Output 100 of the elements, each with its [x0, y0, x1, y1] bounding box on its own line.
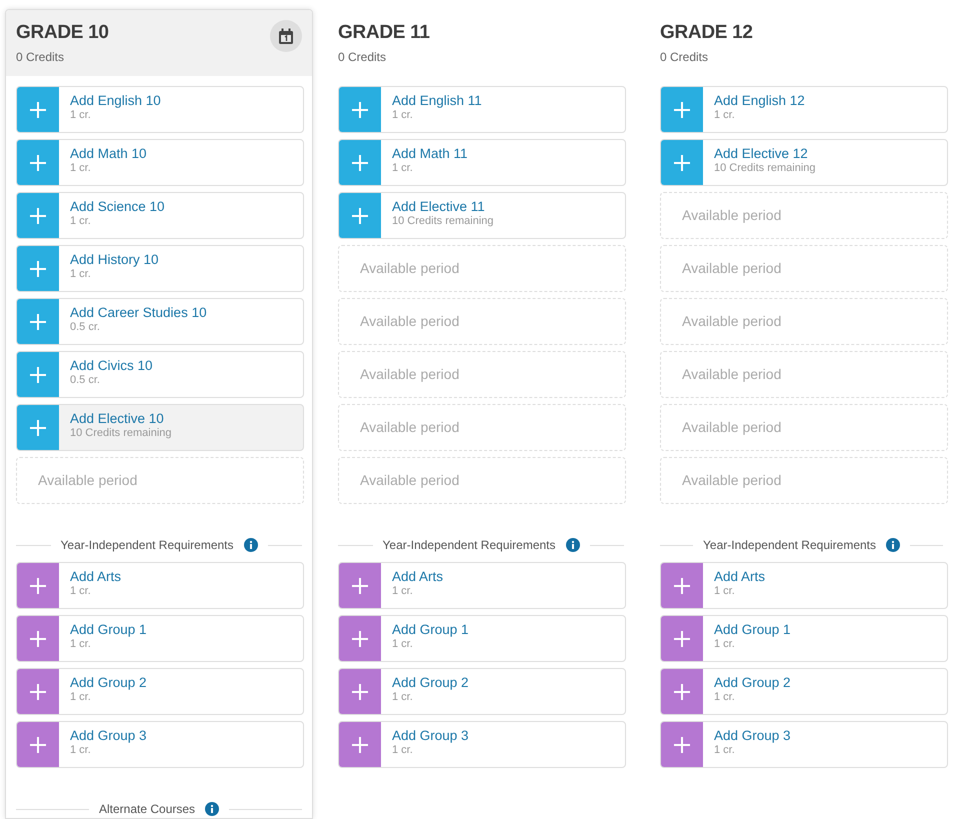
info-icon[interactable]	[244, 538, 258, 552]
course-name[interactable]: Add Arts	[70, 569, 122, 586]
plus-icon	[29, 682, 47, 700]
add-button[interactable]	[339, 722, 381, 767]
course-card[interactable]: Add Group 3 1 cr.	[660, 721, 948, 768]
course-name[interactable]: Add Elective 11	[392, 199, 494, 216]
course-name[interactable]: Add Group 2	[714, 675, 791, 692]
add-button[interactable]	[17, 563, 59, 608]
course-name[interactable]: Add English 12	[714, 93, 805, 110]
course-card[interactable]: Add Group 1 1 cr.	[16, 615, 304, 662]
info-icon[interactable]	[205, 802, 220, 816]
course-name[interactable]: Add Elective 10	[70, 411, 172, 428]
course-card[interactable]: Add Career Studies 10 0.5 cr.	[16, 298, 304, 345]
add-button[interactable]	[339, 616, 381, 661]
course-name[interactable]: Add Group 3	[714, 728, 791, 744]
course-name[interactable]: Add Group 2	[392, 675, 469, 692]
course-card[interactable]: Add Group 3 1 cr.	[16, 721, 304, 768]
add-button[interactable]	[17, 669, 59, 714]
info-icon[interactable]	[886, 538, 900, 552]
course-name[interactable]: Add English 10	[70, 93, 161, 110]
add-button[interactable]	[661, 722, 703, 767]
add-button[interactable]	[339, 140, 381, 185]
course-card[interactable]: Add Civics 10 0.5 cr.	[16, 351, 304, 398]
add-button[interactable]	[339, 193, 381, 238]
credit-text: 1 cr.	[70, 268, 92, 282]
course-name[interactable]: Add Group 1	[714, 622, 791, 638]
plus-icon	[673, 736, 691, 754]
add-button[interactable]	[17, 352, 59, 397]
course-name[interactable]: Add Group 1	[392, 622, 469, 638]
credit-text: 1 cr.	[714, 691, 736, 704]
credit-text: 0.5 cr.	[70, 321, 101, 334]
course-name[interactable]: Add Group 3	[70, 728, 147, 744]
add-button[interactable]	[17, 616, 59, 661]
course-card[interactable]: Add Science 10 1 cr.	[16, 192, 304, 239]
course-name[interactable]: Add English 11	[392, 93, 482, 110]
info-icon[interactable]	[566, 538, 580, 552]
add-button[interactable]	[661, 140, 703, 185]
plus-icon	[29, 206, 47, 224]
credit-text: 1 cr.	[70, 109, 92, 122]
add-button[interactable]	[339, 87, 381, 132]
course-card[interactable]: Add Math 10 1 cr.	[16, 139, 304, 186]
course-card[interactable]: Add Group 1 1 cr.	[338, 615, 626, 662]
credit-text: 1 cr.	[392, 691, 414, 704]
course-name[interactable]: Add Elective 12	[714, 146, 816, 162]
add-button[interactable]	[17, 140, 59, 185]
course-card[interactable]: Add English 12 1 cr.	[660, 86, 948, 133]
course-name[interactable]: Add Group 3	[392, 728, 469, 744]
course-name[interactable]: Add Civics 10	[70, 358, 153, 374]
credit-text: 1 cr.	[714, 109, 736, 122]
add-button[interactable]	[339, 669, 381, 714]
course-card[interactable]: Add Elective 11 10 Credits remaining	[338, 192, 626, 239]
course-card[interactable]: Add Elective 12 10 Credits remaining	[660, 139, 948, 186]
plus-icon	[673, 682, 691, 700]
course-name[interactable]: Add Science 10	[70, 199, 165, 216]
course-card[interactable]: Add Math 11 1 cr.	[338, 139, 626, 186]
credit-text: 1 cr.	[714, 744, 736, 758]
course-card[interactable]: Add Arts 1 cr.	[660, 562, 948, 609]
add-button[interactable]	[661, 87, 703, 132]
credit-text: 1 cr.	[70, 638, 92, 652]
course-card[interactable]: Add Elective 10 10 Credits remaining	[16, 404, 304, 451]
course-card[interactable]: Add Group 3 1 cr.	[338, 721, 626, 768]
course-card[interactable]: Add Arts 1 cr.	[338, 562, 626, 609]
add-button[interactable]	[17, 299, 59, 344]
add-button[interactable]	[661, 563, 703, 608]
plus-icon	[351, 154, 369, 172]
add-button[interactable]	[339, 563, 381, 608]
add-button[interactable]	[17, 87, 59, 132]
credit-text: 1 cr.	[392, 162, 414, 176]
add-button[interactable]	[17, 405, 59, 450]
section-heading: Year-Independent Requirements	[60, 537, 234, 554]
course-name[interactable]: Add Math 10	[70, 146, 147, 162]
calendar-button[interactable]	[270, 20, 302, 52]
add-button[interactable]	[17, 193, 59, 238]
course-name[interactable]: Add History 10	[70, 252, 159, 268]
plus-icon	[29, 260, 47, 278]
course-name[interactable]: Add Group 2	[70, 675, 147, 692]
course-card[interactable]: Add History 10 1 cr.	[16, 245, 304, 292]
course-card[interactable]: Add English 10 1 cr.	[16, 86, 304, 133]
add-button[interactable]	[17, 722, 59, 767]
plus-icon	[29, 312, 47, 330]
course-card[interactable]: Add Group 2 1 cr.	[660, 668, 948, 715]
plus-icon	[29, 366, 47, 384]
course-name[interactable]: Add Arts	[392, 569, 444, 586]
credit-text: 1 cr.	[392, 585, 414, 598]
credit-text: 1 cr.	[70, 585, 92, 598]
course-card[interactable]: Add English 11 1 cr.	[338, 86, 626, 133]
grade-title: GRADE 12	[660, 22, 753, 45]
plus-icon	[351, 682, 369, 700]
course-card[interactable]: Add Arts 1 cr.	[16, 562, 304, 609]
course-card[interactable]: Add Group 1 1 cr.	[660, 615, 948, 662]
credits-text: 0 Credits	[660, 49, 710, 66]
course-name[interactable]: Add Math 11	[392, 146, 468, 162]
course-name[interactable]: Add Group 1	[70, 622, 147, 638]
course-name[interactable]: Add Arts	[714, 569, 766, 586]
course-card[interactable]: Add Group 2 1 cr.	[16, 668, 304, 715]
add-button[interactable]	[661, 669, 703, 714]
add-button[interactable]	[17, 246, 59, 291]
course-card[interactable]: Add Group 2 1 cr.	[338, 668, 626, 715]
add-button[interactable]	[661, 616, 703, 661]
course-name[interactable]: Add Career Studies 10	[70, 305, 207, 322]
